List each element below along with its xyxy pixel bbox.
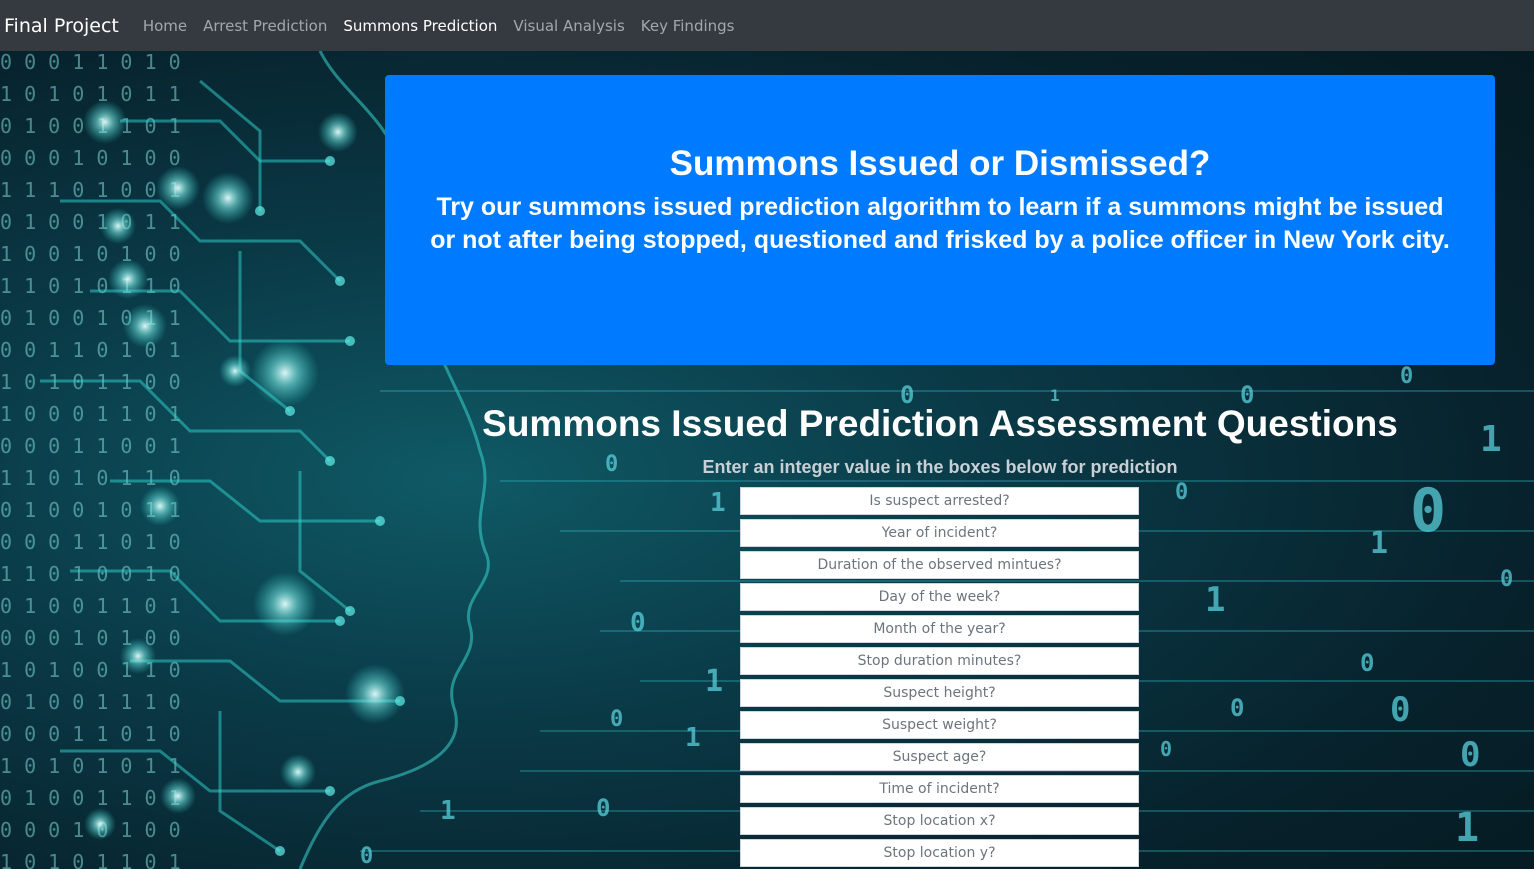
- svg-text:1: 1: [705, 664, 723, 699]
- suspect-weight-input[interactable]: [740, 711, 1139, 739]
- svg-text:0 0 0 1 1 0 0 1: 0 0 0 1 1 0 0 1: [0, 434, 181, 458]
- svg-text:0: 0: [1500, 567, 1513, 592]
- svg-text:0 0 0 1 0 1 0 0: 0 0 0 1 0 1 0 0: [0, 818, 181, 842]
- incident-time-input[interactable]: [740, 775, 1139, 803]
- svg-text:0 1 0 0 1 1 0 1: 0 1 0 0 1 1 0 1: [0, 594, 181, 618]
- svg-text:0 0 0 1 0 1 0 0: 0 0 0 1 0 1 0 0: [0, 146, 181, 170]
- svg-text:1: 1: [710, 488, 726, 518]
- svg-text:1 0 1 0 1 1 0 1: 1 0 1 0 1 1 0 1: [0, 850, 181, 869]
- svg-text:1: 1: [685, 723, 701, 753]
- svg-text:0 1 0 0 1 0 1 1: 0 1 0 0 1 0 1 1: [0, 498, 181, 522]
- svg-text:0 1 0 0 1 1 0 1: 0 1 0 0 1 1 0 1: [0, 786, 181, 810]
- svg-text:0: 0: [1400, 364, 1413, 389]
- suspect-age-input[interactable]: [740, 743, 1139, 771]
- svg-text:1 0 1 0 0 1 1 0: 1 0 1 0 0 1 1 0: [0, 658, 181, 682]
- svg-text:1 1 1 0 1 0 0 1: 1 1 1 0 1 0 0 1: [0, 178, 181, 202]
- stop-duration-input[interactable]: [740, 647, 1139, 675]
- svg-text:0: 0: [1460, 735, 1480, 775]
- svg-text:0: 0: [610, 707, 623, 732]
- svg-text:1 1 0 1 0 1 1 0: 1 1 0 1 0 1 1 0: [0, 274, 181, 298]
- svg-text:0: 0: [596, 794, 610, 822]
- incident-year-input[interactable]: [740, 519, 1139, 547]
- nav-link-key-findings[interactable]: Key Findings: [641, 17, 735, 35]
- suspect-height-input[interactable]: [740, 679, 1139, 707]
- svg-text:0: 0: [1410, 476, 1446, 546]
- nav-link-arrest-prediction[interactable]: Arrest Prediction: [203, 17, 327, 35]
- svg-text:1 1 0 1 0 1 1 0: 1 1 0 1 0 1 1 0: [0, 466, 181, 490]
- stop-location-y-input[interactable]: [740, 839, 1139, 867]
- month-of-year-input[interactable]: [740, 615, 1139, 643]
- svg-text:1: 1: [1455, 805, 1479, 851]
- svg-text:0: 0: [630, 608, 646, 638]
- hero-jumbotron: Summons Issued or Dismissed? Try our sum…: [385, 75, 1495, 365]
- svg-text:1: 1: [1205, 580, 1225, 620]
- svg-text:0 1 0 0 1 1 0 1: 0 1 0 0 1 1 0 1: [0, 114, 181, 138]
- svg-text:0 1 0 0 1 0 1 1: 0 1 0 0 1 0 1 1: [0, 306, 181, 330]
- svg-text:0: 0: [360, 844, 373, 869]
- nav-link-summons-prediction[interactable]: Summons Prediction: [343, 17, 497, 35]
- svg-text:1: 1: [1370, 526, 1388, 561]
- form-title: Summons Issued Prediction Assessment Que…: [482, 403, 1398, 444]
- svg-text:0 0 0 1 1 0 1 0: 0 0 0 1 1 0 1 0: [0, 722, 181, 746]
- svg-text:1: 1: [440, 796, 456, 826]
- svg-text:0: 0: [1175, 480, 1188, 505]
- svg-text:0 0 0 1 1 0 1 0: 0 0 0 1 1 0 1 0: [0, 530, 181, 554]
- svg-text:1 0 0 0 1 1 0 1: 1 0 0 0 1 1 0 1: [0, 402, 181, 426]
- svg-text:0: 0: [1360, 649, 1374, 677]
- hero-title: Summons Issued or Dismissed?: [669, 144, 1211, 183]
- suspect-arrested-input[interactable]: [740, 487, 1139, 515]
- nav-link-visual-analysis[interactable]: Visual Analysis: [513, 17, 624, 35]
- svg-text:0: 0: [1230, 694, 1244, 722]
- form-subtitle: Enter an integer value in the boxes belo…: [702, 457, 1178, 477]
- svg-text:1 0 1 0 1 1 0 0: 1 0 1 0 1 1 0 0: [0, 370, 181, 394]
- top-navbar: Final Project Home Arrest Prediction Sum…: [0, 0, 1534, 51]
- stop-location-x-input[interactable]: [740, 807, 1139, 835]
- svg-text:0 1 0 0 1 1 1 0: 0 1 0 0 1 1 1 0: [0, 690, 181, 714]
- svg-text:0: 0: [1390, 690, 1410, 730]
- nav-link-home[interactable]: Home: [143, 17, 187, 35]
- svg-text:1 1 0 1 0 0 1 0: 1 1 0 1 0 0 1 0: [0, 562, 181, 586]
- day-of-week-input[interactable]: [740, 583, 1139, 611]
- svg-text:1 0 1 0 1 0 1 1: 1 0 1 0 1 0 1 1: [0, 754, 181, 778]
- prediction-form: [740, 487, 1139, 869]
- svg-text:0 0 0 1 1 0 1 0: 0 0 0 1 1 0 1 0: [0, 51, 181, 74]
- observed-duration-input[interactable]: [740, 551, 1139, 579]
- navbar-brand[interactable]: Final Project: [4, 15, 119, 37]
- svg-text:0: 0: [1160, 737, 1172, 761]
- svg-text:1 0 0 1 0 1 0 0: 1 0 0 1 0 1 0 0: [0, 242, 181, 266]
- svg-text:0 0 0 1 0 1 0 0: 0 0 0 1 0 1 0 0: [0, 626, 181, 650]
- hero-lead: Try our summons issued prediction algori…: [430, 193, 1450, 254]
- svg-text:1 0 1 0 1 0 1 1: 1 0 1 0 1 0 1 1: [0, 82, 181, 106]
- svg-text:0 1 0 0 1 0 1 1: 0 1 0 0 1 0 1 1: [0, 210, 181, 234]
- svg-text:0 0 1 1 0 1 0 1: 0 0 1 1 0 1 0 1: [0, 338, 181, 362]
